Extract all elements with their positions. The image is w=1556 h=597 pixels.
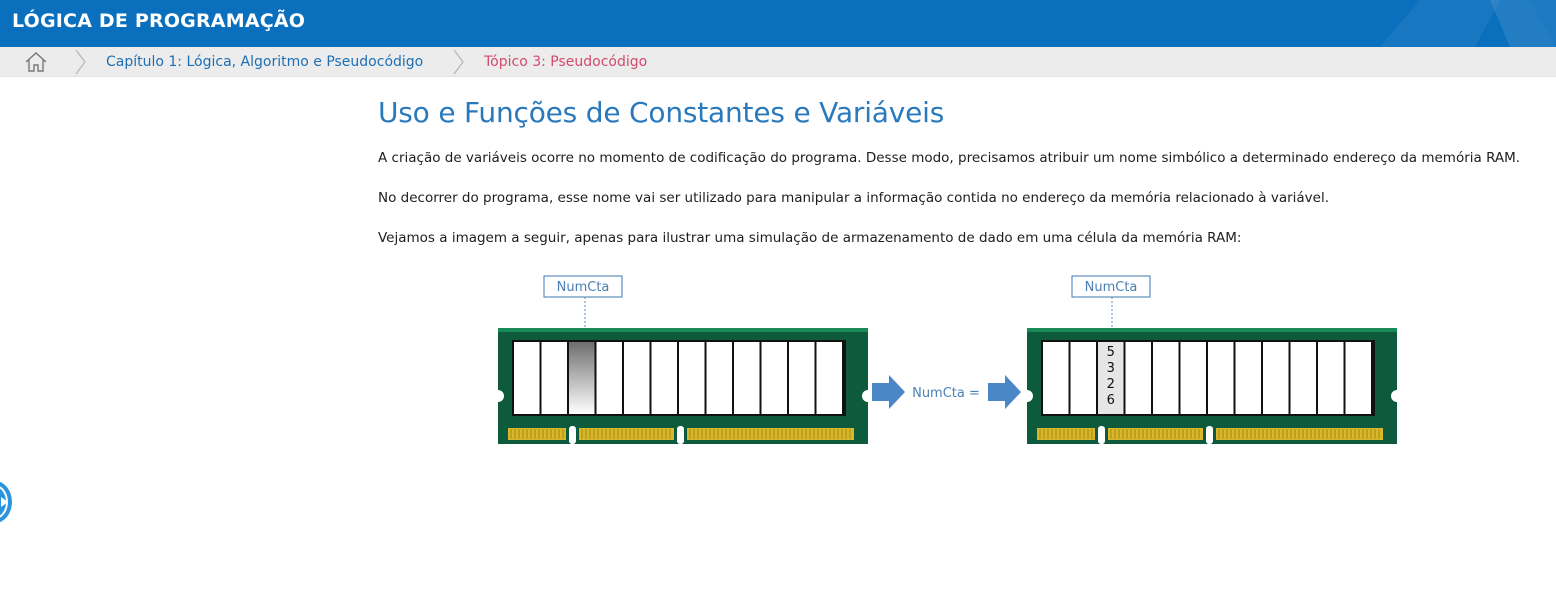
memory-cell [624,342,650,414]
home-icon[interactable] [23,51,49,73]
variable-label: NumCta [1085,280,1138,295]
breadcrumb-separator-icon [453,49,464,75]
breadcrumb: Capítulo 1: Lógica, Algoritmo e Pseudocó… [0,47,1556,77]
memory-cells [512,340,846,416]
app-title: LÓGICA DE PROGRAMAÇÃO [12,10,306,32]
memory-cell [1125,342,1151,414]
memory-cell [761,342,787,414]
memory-cell [789,342,815,414]
stored-digit: 3 [1107,361,1115,376]
memory-cell [1208,342,1234,414]
ram-module-left: NumCta [496,275,874,444]
arrow-right-icon [872,375,905,409]
memory-cell [1180,342,1206,414]
memory-cell [1290,342,1316,414]
memory-cell [816,342,842,414]
breadcrumb-current-topic: Tópico 3: Pseudocódigo [484,54,648,70]
memory-cell [1043,342,1069,414]
memory-cell [514,342,540,414]
memory-cell [734,342,760,414]
stored-digit: 5 [1107,345,1115,360]
variable-label: NumCta [557,280,610,295]
memory-cell [1070,342,1096,414]
paragraph-3: Vejamos a imagem a seguir, apenas para i… [378,230,1242,246]
ram-simulation-figure: NumCta NumCta = NumCta 5326 [496,275,1401,444]
memory-cell [651,342,677,414]
contact-strip [1037,428,1095,440]
memory-cell [679,342,705,414]
memory-cell [1318,342,1344,414]
ram-module-right: NumCta 5326 [1021,275,1401,444]
breadcrumb-separator-icon [75,49,86,75]
contact-strip [508,428,566,440]
assignment-label: NumCta = [912,386,980,401]
chevron-right-icon[interactable] [0,481,12,523]
memory-cells [1041,340,1375,416]
paragraph-1: A criação de variáveis ocorre no momento… [378,150,1521,166]
memory-cell [1235,342,1261,414]
header-decoration [1380,0,1556,47]
paragraph-2: No decorrer do programa, esse nome vai s… [378,190,1330,206]
memory-cell [706,342,732,414]
header-bar: LÓGICA DE PROGRAMAÇÃO [0,0,1556,47]
memory-cell [596,342,622,414]
memory-cell [541,342,567,414]
memory-cell [1345,342,1371,414]
page-title: Uso e Funções de Constantes e Variáveis [378,96,945,129]
arrow-right-icon [988,375,1021,409]
stored-digit: 2 [1107,377,1115,392]
stored-value: 5326 [1098,342,1124,414]
breadcrumb-chapter-link[interactable]: Capítulo 1: Lógica, Algoritmo e Pseudocó… [106,54,423,70]
memory-cell [1153,342,1179,414]
memory-cell [569,342,595,414]
stored-digit: 6 [1107,393,1115,408]
main-content: Uso e Funções de Constantes e Variáveis … [378,96,1528,246]
memory-cell [1263,342,1289,414]
